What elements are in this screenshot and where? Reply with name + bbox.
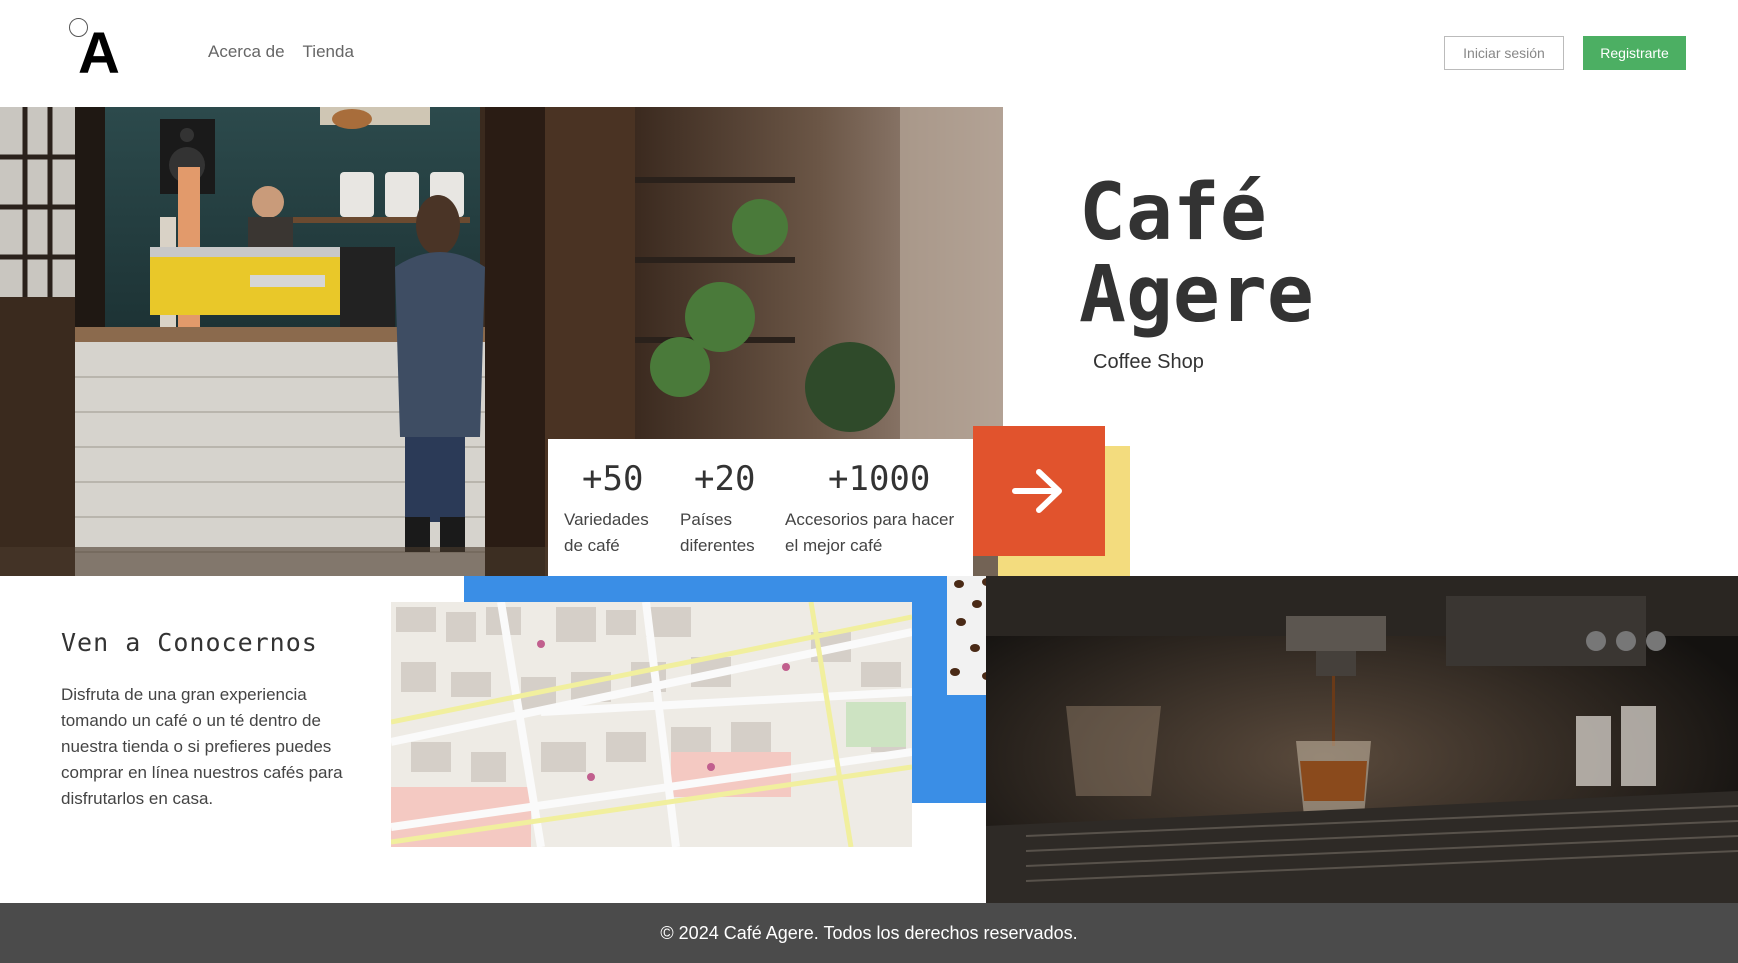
main-nav: Acerca de Tienda: [208, 42, 354, 62]
nav-link-tienda[interactable]: Tienda: [303, 42, 354, 62]
stats-card: +50 Variedades de café +20 Países difere…: [548, 439, 973, 576]
arrow-right-icon: [1012, 469, 1062, 513]
stat-item: +50 Variedades de café: [564, 459, 649, 559]
site-footer: © 2024 Café Agere. Todos los derechos re…: [0, 903, 1738, 963]
stat-label: Variedades de café: [564, 510, 649, 555]
stat-number: +1000: [828, 459, 931, 499]
stat-item: +1000 Accesorios para hacer el mejor caf…: [785, 459, 954, 559]
hero-title-line-2: Agere: [1079, 250, 1314, 340]
arrow-button[interactable]: [973, 426, 1105, 556]
stat-label: Accesorios para hacer el mejor café: [785, 510, 955, 555]
stat-number: +20: [694, 459, 756, 499]
nav-link-acerca[interactable]: Acerca de: [208, 42, 285, 62]
hero-title-line-1: Café: [1079, 168, 1267, 258]
site-header: A Acerca de Tienda Iniciar sesión Regist…: [0, 0, 1738, 107]
footer-copyright: © 2024 Café Agere. Todos los derechos re…: [660, 922, 1078, 943]
site-logo[interactable]: A: [68, 17, 128, 85]
stat-number: +50: [582, 459, 644, 499]
login-button[interactable]: Iniciar sesión: [1444, 36, 1564, 70]
espresso-machine-photo: [986, 576, 1738, 906]
hero-subtitle: Coffee Shop: [1093, 351, 1204, 373]
register-button[interactable]: Registrarte: [1583, 36, 1686, 70]
visit-section-title: Ven a Conocernos: [61, 628, 318, 657]
logo-circle-icon: [69, 18, 88, 37]
stat-item: +20 Países diferentes: [680, 459, 755, 559]
visit-section-text: Disfruta de una gran experiencia tomando…: [61, 685, 343, 808]
hero-title: Café Agere: [1079, 172, 1314, 336]
stat-label: Países diferentes: [680, 510, 755, 555]
location-map[interactable]: [391, 602, 912, 847]
